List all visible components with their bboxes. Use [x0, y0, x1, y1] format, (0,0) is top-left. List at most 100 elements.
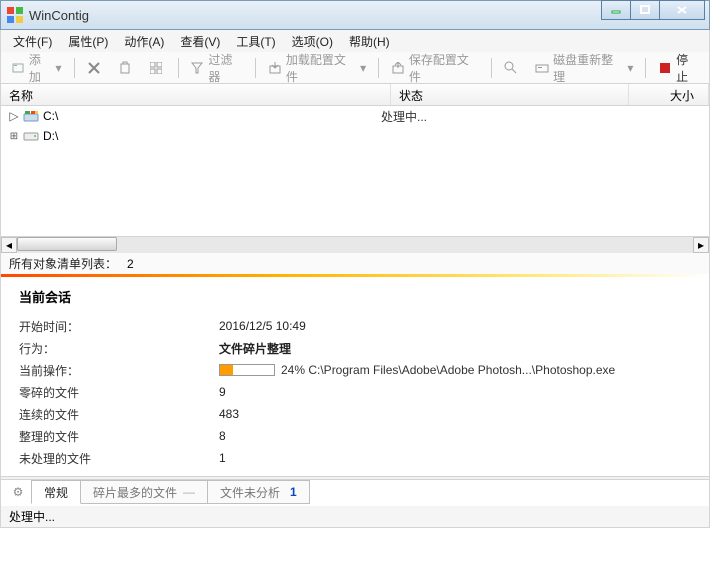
- stop-icon: [657, 60, 673, 76]
- dropdown-icon: ▾: [55, 60, 63, 76]
- gear-button[interactable]: ⚙: [5, 480, 31, 504]
- scroll-thumb[interactable]: [17, 237, 117, 251]
- drive-d-icon: [23, 128, 39, 144]
- save-profile-button[interactable]: 保存配置文件: [385, 48, 485, 88]
- defrag-disk-label: 磁盘重新整理: [553, 51, 624, 85]
- progress-bar: [219, 364, 275, 376]
- start-label: 开始时间：: [19, 318, 219, 335]
- tab-unanalyzed-count: 1: [290, 485, 297, 499]
- main-panel: 名称 状态 大小 ▷ C:\ 处理中... ⊞ D:\ ◂ ▸: [0, 84, 710, 506]
- grid-icon: [148, 60, 164, 76]
- status-bar: 处理中...: [0, 506, 710, 528]
- toolbar: 添加 ▾ 过滤器 加载配置文件 ▾ 保存配置文件 磁盘重新整理 ▾ 停止: [0, 52, 710, 84]
- add-icon: [10, 60, 26, 76]
- title-bar: WinContig: [0, 0, 710, 30]
- menu-actions[interactable]: 动作(A): [116, 31, 172, 52]
- frag-label: 零碎的文件: [19, 384, 219, 401]
- stop-button[interactable]: 停止: [652, 48, 705, 88]
- clear-button[interactable]: [112, 57, 141, 79]
- menu-props[interactable]: 属性(P): [60, 31, 116, 52]
- expander-icon[interactable]: ⊞: [9, 131, 19, 142]
- filter-button[interactable]: 过滤器: [185, 48, 250, 88]
- start-value: 2016/12/5 10:49: [219, 319, 306, 333]
- col-name[interactable]: 名称: [1, 84, 391, 105]
- progress-fill: [220, 365, 233, 375]
- list-body[interactable]: ▷ C:\ 处理中... ⊞ D:\: [1, 106, 709, 236]
- grid-button[interactable]: [143, 57, 172, 79]
- defrag-disk-button[interactable]: 磁盘重新整理 ▾: [529, 48, 639, 88]
- app-title: WinContig: [29, 8, 89, 23]
- tab-mostfrag[interactable]: 碎片最多的文件 —: [80, 480, 208, 504]
- separator: [74, 58, 75, 78]
- load-profile-label: 加载配置文件: [286, 51, 357, 85]
- contig-value: 483: [219, 407, 239, 421]
- current-value: 24% C:\Program Files\Adobe\Adobe Photosh…: [219, 363, 615, 377]
- trash-icon: [117, 60, 133, 76]
- add-label: 添加: [29, 51, 53, 85]
- tabs: ⚙ 常规 碎片最多的文件 — 文件未分析 1: [1, 480, 709, 506]
- list-row[interactable]: ▷ C:\ 处理中...: [1, 106, 709, 126]
- tab-mostfrag-count: —: [183, 485, 195, 499]
- pending-label: 未处理的文件: [19, 450, 219, 467]
- frag-value: 9: [219, 385, 226, 399]
- dropdown-icon: ▾: [359, 60, 367, 76]
- drive-c-icon: [23, 108, 39, 124]
- list-row[interactable]: ⊞ D:\: [1, 126, 709, 146]
- x-icon: [86, 60, 102, 76]
- hscrollbar[interactable]: ◂ ▸: [1, 236, 709, 252]
- session-heading: 当前会话: [19, 287, 691, 306]
- tab-unanalyzed-label: 文件未分析: [220, 484, 280, 501]
- filter-label: 过滤器: [208, 51, 244, 85]
- save-profile-label: 保存配置文件: [409, 51, 480, 85]
- tab-mostfrag-label: 碎片最多的文件: [93, 484, 177, 501]
- separator: [491, 58, 492, 78]
- progress-text: 24% C:\Program Files\Adobe\Adobe Photosh…: [281, 363, 615, 377]
- close-button[interactable]: [659, 0, 705, 20]
- minimize-button[interactable]: [601, 0, 631, 20]
- search-icon: [503, 60, 519, 76]
- tab-unanalyzed[interactable]: 文件未分析 1: [207, 480, 310, 504]
- separator: [645, 58, 646, 78]
- row-label: D:\: [43, 129, 58, 143]
- action-label: 行为：: [19, 340, 219, 357]
- objects-value: 2: [127, 257, 134, 271]
- disk-icon: [534, 60, 550, 76]
- row-label: C:\: [43, 109, 58, 123]
- save-icon: [390, 60, 406, 76]
- funnel-icon: [190, 60, 206, 76]
- pending-value: 1: [219, 451, 226, 465]
- window-controls: [602, 0, 705, 20]
- objects-label: 所有对象清单列表：: [9, 255, 117, 272]
- contig-label: 连续的文件: [19, 406, 219, 423]
- status-text: 处理中...: [9, 508, 55, 525]
- col-status[interactable]: 状态: [391, 84, 629, 105]
- action-value: 文件碎片整理: [219, 340, 291, 357]
- tab-general[interactable]: 常规: [31, 480, 81, 504]
- load-profile-button[interactable]: 加载配置文件 ▾: [262, 48, 372, 88]
- col-size[interactable]: 大小: [629, 84, 709, 105]
- list-header: 名称 状态 大小: [1, 84, 709, 106]
- scroll-right-button[interactable]: ▸: [693, 237, 709, 253]
- expander-icon[interactable]: ▷: [9, 109, 19, 123]
- scroll-track[interactable]: [17, 237, 693, 253]
- gear-icon: ⚙: [13, 485, 24, 499]
- remove-button[interactable]: [81, 57, 110, 79]
- objects-status: 所有对象清单列表： 2: [1, 252, 709, 274]
- separator: [255, 58, 256, 78]
- dropdown-icon: ▾: [626, 60, 634, 76]
- separator: [378, 58, 379, 78]
- session-panel: 当前会话 开始时间：2016/12/5 10:49 行为：文件碎片整理 当前操作…: [1, 277, 709, 476]
- separator: [178, 58, 179, 78]
- tab-general-label: 常规: [44, 484, 68, 501]
- defrag-value: 8: [219, 429, 226, 443]
- search-button[interactable]: [498, 57, 527, 79]
- scroll-left-button[interactable]: ◂: [1, 237, 17, 253]
- app-icon: [7, 7, 23, 23]
- row-status: 处理中...: [381, 108, 629, 125]
- stop-label: 停止: [676, 51, 700, 85]
- maximize-button[interactable]: [630, 0, 660, 20]
- current-label: 当前操作：: [19, 362, 219, 379]
- load-icon: [267, 60, 283, 76]
- defrag-label: 整理的文件: [19, 428, 219, 445]
- add-button[interactable]: 添加 ▾: [5, 48, 68, 88]
